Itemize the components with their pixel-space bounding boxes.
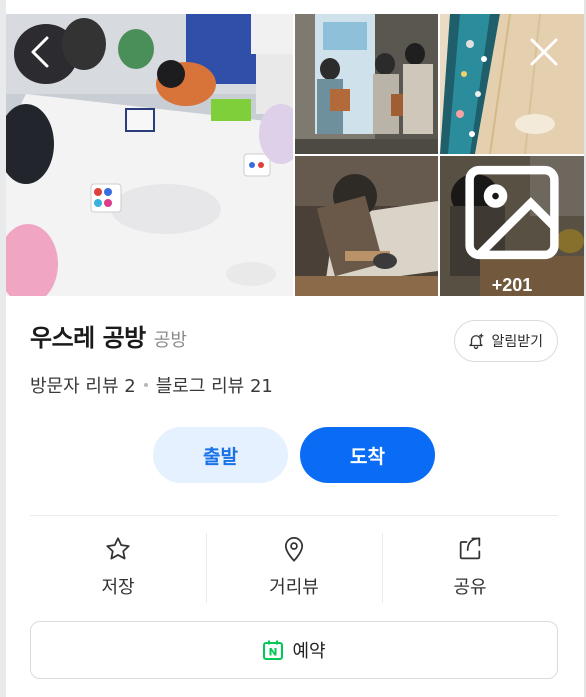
bell-plus-icon bbox=[469, 333, 484, 350]
share-button[interactable]: 공유 bbox=[382, 533, 558, 605]
alarm-label: 알림받기 bbox=[491, 334, 543, 350]
alarm-button[interactable]: 알림받기 bbox=[454, 320, 558, 362]
close-button[interactable] bbox=[524, 32, 564, 72]
street-view-label: 거리뷰 bbox=[269, 577, 319, 598]
close-icon bbox=[530, 38, 558, 66]
action-bar: 저장 거리뷰 공유 bbox=[30, 533, 558, 605]
photo-group-visit[interactable] bbox=[295, 14, 438, 154]
review-summary: 방문자 리뷰 2 블로그 리뷰 21 bbox=[30, 372, 273, 398]
more-photos-overlay[interactable]: +201 bbox=[440, 156, 584, 296]
title-row: 우스레 공방 공방 bbox=[30, 318, 187, 353]
depart-button[interactable]: 출발 bbox=[153, 427, 288, 483]
separator-dot bbox=[143, 383, 148, 387]
photo-gallery: +201 bbox=[6, 14, 584, 296]
route-buttons: 출발 도착 bbox=[153, 427, 435, 483]
place-category: 공방 bbox=[153, 330, 187, 351]
naver-calendar-icon bbox=[263, 640, 284, 660]
chevron-left-icon bbox=[31, 36, 49, 68]
street-view-button[interactable]: 거리뷰 bbox=[206, 533, 382, 605]
reserve-label: 예약 bbox=[292, 641, 326, 662]
divider bbox=[30, 515, 558, 516]
photo-sanding-wood[interactable] bbox=[295, 156, 438, 296]
image-icon bbox=[465, 165, 559, 260]
place-name: 우스레 공방 bbox=[30, 324, 146, 352]
more-photos-count: +201 bbox=[491, 275, 533, 295]
map-pin-icon bbox=[284, 537, 304, 562]
blog-review-link[interactable]: 블로그 리뷰 21 bbox=[156, 372, 273, 398]
reserve-button[interactable]: 예약 bbox=[30, 621, 558, 679]
share-label: 공유 bbox=[453, 577, 487, 598]
star-icon bbox=[106, 537, 130, 560]
save-button[interactable]: 저장 bbox=[30, 533, 206, 605]
place-card: +201 우스레 공방 공방 알림받기 방문자 리뷰 2 블로그 리뷰 21 출… bbox=[6, 14, 584, 697]
save-label: 저장 bbox=[101, 577, 135, 598]
visitor-review-link[interactable]: 방문자 리뷰 2 bbox=[30, 372, 136, 398]
arrive-button[interactable]: 도착 bbox=[300, 427, 435, 483]
share-icon bbox=[459, 537, 481, 560]
back-button[interactable] bbox=[20, 32, 60, 72]
photo-more[interactable]: +201 bbox=[440, 156, 584, 296]
